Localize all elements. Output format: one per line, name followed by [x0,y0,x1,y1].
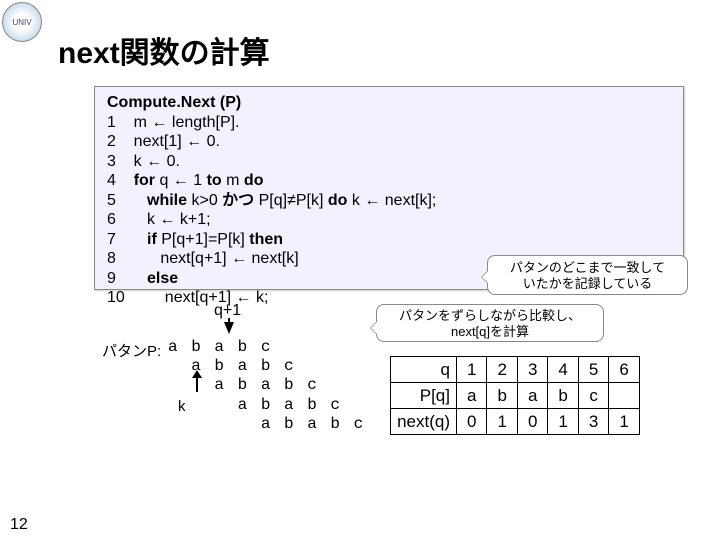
k-label: k [178,398,186,415]
cell: 1 [609,409,639,435]
arrow-down-icon [224,322,234,334]
cell: b [548,383,578,409]
pattern-shift-line: a b a b c [168,338,365,357]
slide-title: next関数の計算 [58,28,270,72]
cell: 4 [548,357,578,383]
cell: 3 [517,357,547,383]
cell: 2 [487,357,517,383]
pattern-shift-line: a b a b c [168,415,365,434]
cell: 1 [487,409,517,435]
cell: b [487,383,517,409]
callout-line: いたかを記録している [523,276,653,291]
arrow-up-icon [196,376,198,392]
table-row: q 1 2 3 4 5 6 [391,357,640,383]
code-header: Compute.Next (P) [107,93,671,113]
callout-shift: パタンをずらしながら比較し、 next[q]を計算 [376,304,604,342]
callout-line: パタンをずらしながら比較し、 [399,308,581,323]
code-line: 4 for q ← 1 to m do [107,171,671,191]
code-line: 6 k ← k+1; [107,210,671,230]
code-line: 2 next[1] ← 0. [107,132,671,152]
pattern-p-label: パタンP: [102,340,161,361]
cell: 3 [578,409,608,435]
cell: 0 [517,409,547,435]
code-line: 7 if P[q+1]=P[k] then [107,230,671,250]
cell: 1 [457,357,487,383]
row-header: next(q) [391,409,457,435]
cell: 6 [609,357,639,383]
callout-line: パタンのどこまで一致して [510,260,665,275]
pattern-shift-line: a b a b c [168,396,365,415]
callout-record: パタンのどこまで一致して いたかを記録している [487,255,688,295]
page-number: 12 [10,516,28,534]
table-row: P[q] a b a b c [391,383,640,409]
cell: a [517,383,547,409]
code-line: 3 k ← 0. [107,152,671,172]
row-header: q [391,357,457,383]
cell: 1 [548,409,578,435]
table-row: next(q) 0 1 0 1 3 1 [391,409,640,435]
cell: a [457,383,487,409]
row-header: P[q] [391,383,457,409]
next-function-table: q 1 2 3 4 5 6 P[q] a b a b c next(q) 0 1… [390,356,640,435]
cell [609,383,639,409]
code-line: 1 m ← length[P]. [107,113,671,133]
cell: 5 [578,357,608,383]
university-logo-icon: UNIV [2,2,42,42]
cell: 0 [457,409,487,435]
code-line: 5 while k>0 かつ P[q]≠P[k] do k ← next[k]; [107,191,671,211]
cell: c [578,383,608,409]
callout-line: next[q]を計算 [451,324,529,339]
